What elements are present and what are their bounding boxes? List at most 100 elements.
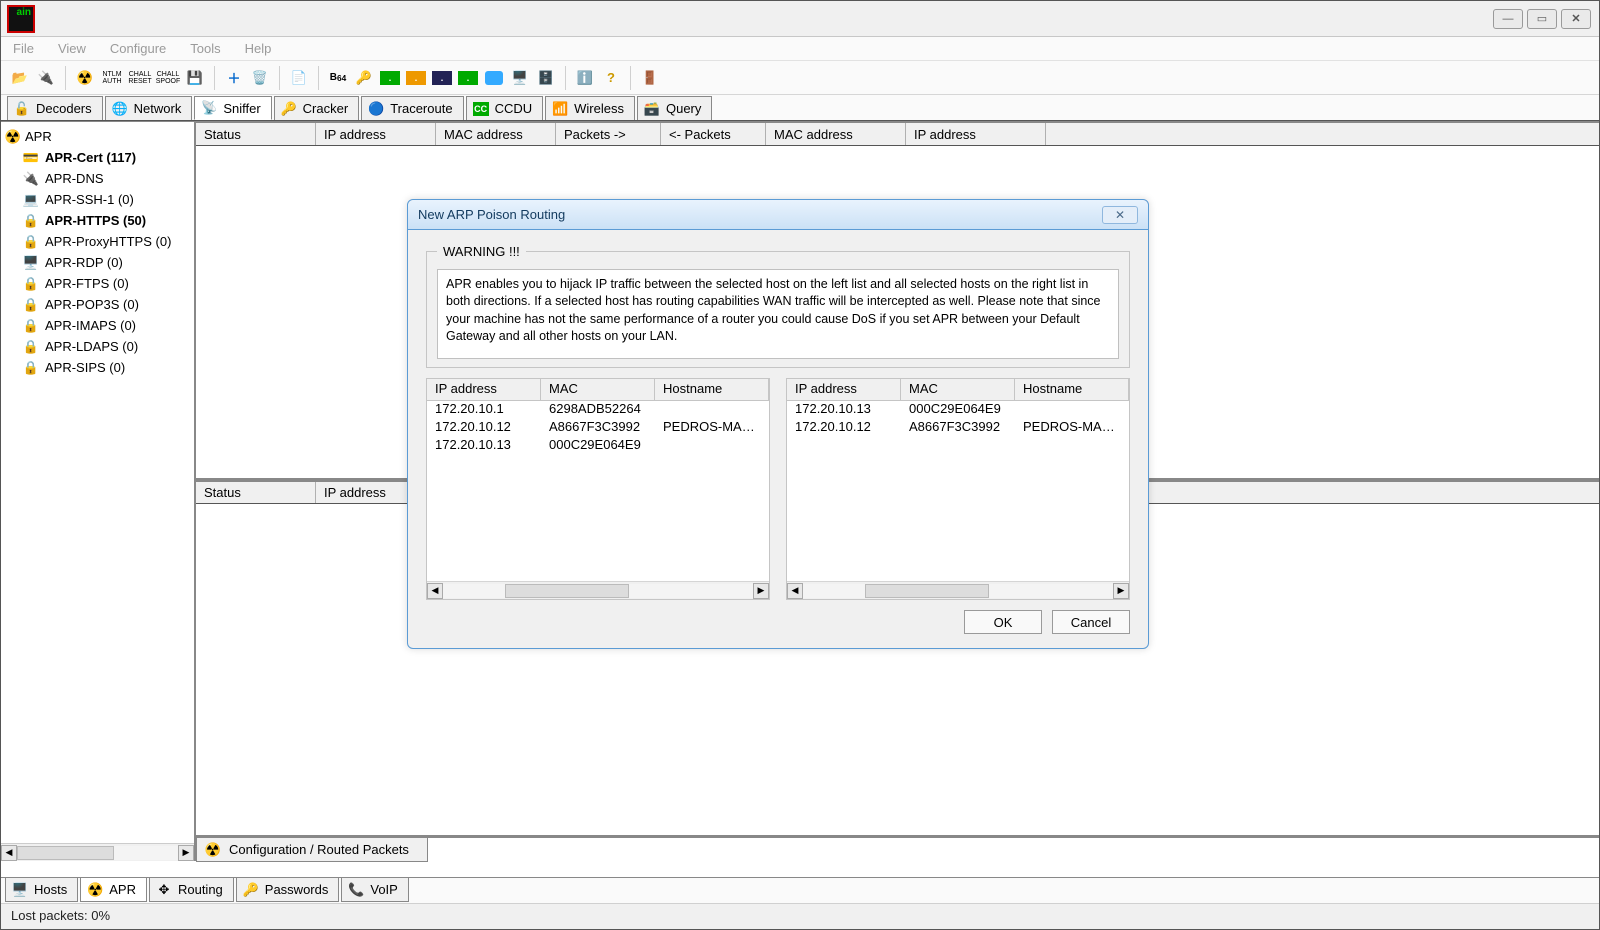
tab-ccdu[interactable]: CCCCDU — [466, 96, 544, 120]
left-col-mac[interactable]: MAC — [541, 379, 655, 400]
config-tab[interactable]: ☢️ Configuration / Routed Packets — [196, 838, 428, 862]
tree-item-1[interactable]: 🔌APR-DNS — [23, 168, 192, 189]
col-mac-address[interactable]: MAC address — [766, 123, 906, 145]
tab-decoders[interactable]: 🔓Decoders — [7, 96, 103, 120]
menu-file[interactable]: File — [9, 39, 38, 58]
dialog-close-button[interactable]: ✕ — [1102, 206, 1138, 224]
sidebar-scrollbar[interactable]: ◀ ▶ — [1, 843, 194, 861]
open-folder-icon[interactable]: 📂 — [9, 67, 31, 89]
bottom-tab-passwords[interactable]: 🔑Passwords — [236, 878, 340, 902]
tab-wireless[interactable]: 📶Wireless — [545, 96, 635, 120]
right-col-mac[interactable]: MAC — [901, 379, 1015, 400]
help-icon[interactable]: ? — [600, 67, 622, 89]
scroll-right-icon[interactable]: ▶ — [178, 845, 194, 861]
maximize-button[interactable]: ▭ — [1527, 9, 1557, 29]
close-button[interactable]: ✕ — [1561, 9, 1591, 29]
plus-icon[interactable]: ＋ — [223, 67, 245, 89]
ntlm-auth-icon[interactable]: NTLMAUTH — [100, 67, 124, 89]
menu-configure[interactable]: Configure — [106, 39, 170, 58]
scroll-right-icon[interactable]: ▶ — [1113, 583, 1129, 599]
left-row[interactable]: 172.20.10.13000C29E064E9 — [427, 437, 769, 455]
right-scrollbar[interactable]: ◀ ▶ — [787, 581, 1129, 599]
exit-icon[interactable]: 🚪 — [639, 67, 661, 89]
dialog-title-bar[interactable]: New ARP Poison Routing ✕ — [408, 200, 1148, 230]
comm-icon[interactable]: 🖥️ — [509, 67, 531, 89]
card-icon[interactable]: 💾 — [184, 67, 206, 89]
bottom-tab-voip[interactable]: 📞VoIP — [341, 878, 408, 902]
bottom-tab-apr[interactable]: ☢️APR — [80, 878, 147, 902]
trash-icon[interactable]: 🗑️ — [249, 67, 271, 89]
radiation-icon[interactable]: ☢️ — [74, 67, 96, 89]
scroll-left-icon[interactable]: ◀ — [427, 583, 443, 599]
tab-network[interactable]: 🌐Network — [105, 96, 193, 120]
scroll-thumb[interactable] — [865, 584, 989, 598]
col--packets[interactable]: <- Packets — [661, 123, 766, 145]
menu-view[interactable]: View — [54, 39, 90, 58]
find-icon[interactable]: 📄 — [288, 67, 310, 89]
tab-sniffer[interactable]: 📡Sniffer — [194, 96, 271, 120]
tree-item-4[interactable]: 🔒APR-ProxyHTTPS (0) — [23, 231, 192, 252]
tag-green-1[interactable]: . — [379, 67, 401, 89]
col-mac-address[interactable]: MAC address — [436, 123, 556, 145]
tag-green-2[interactable]: . — [405, 67, 427, 89]
minimize-button[interactable]: — — [1493, 9, 1523, 29]
tree-root[interactable]: ☢️ APR — [3, 126, 192, 147]
tree-item-5[interactable]: 🖥️APR-RDP (0) — [23, 252, 192, 273]
network-icon[interactable]: 🔌 — [35, 67, 57, 89]
tree-item-9[interactable]: 🔒APR-LDAPS (0) — [23, 336, 192, 357]
query-icon: 🗃️ — [644, 101, 660, 117]
left-row[interactable]: 172.20.10.12A8667F3C3992PEDROS-MACB... — [427, 419, 769, 437]
b64-icon[interactable]: B64 — [327, 67, 349, 89]
tab-query[interactable]: 🗃️Query — [637, 96, 712, 120]
left-row[interactable]: 172.20.10.16298ADB52264 — [427, 401, 769, 419]
tree-item-10[interactable]: 🔒APR-SIPS (0) — [23, 357, 192, 378]
col-packets-[interactable]: Packets -> — [556, 123, 661, 145]
scroll-left-icon[interactable]: ◀ — [1, 845, 17, 861]
info-icon[interactable]: ℹ️ — [574, 67, 596, 89]
tree-item-2[interactable]: 💻APR-SSH-1 (0) — [23, 189, 192, 210]
scroll-left-icon[interactable]: ◀ — [787, 583, 803, 599]
chall-reset-icon[interactable]: CHALLRESET — [128, 67, 152, 89]
apr-tree[interactable]: ☢️ APR 💳APR-Cert (117)🔌APR-DNS💻APR-SSH-1… — [1, 122, 194, 843]
tree-item-0[interactable]: 💳APR-Cert (117) — [23, 147, 192, 168]
scroll-track[interactable] — [803, 584, 1113, 598]
key-icon[interactable]: 🔑 — [353, 67, 375, 89]
tag-dark[interactable]: . — [431, 67, 453, 89]
col-ip-address[interactable]: IP address — [316, 123, 436, 145]
tree-item-7[interactable]: 🔒APR-POP3S (0) — [23, 294, 192, 315]
ok-button[interactable]: OK — [964, 610, 1042, 634]
col-ip-address[interactable]: IP address — [906, 123, 1046, 145]
col-status[interactable]: Status — [196, 123, 316, 145]
bottom-tab-routing[interactable]: ✥Routing — [149, 878, 234, 902]
traceroute-icon: 🔵 — [368, 101, 384, 117]
scroll-thumb[interactable] — [505, 584, 629, 598]
scroll-right-icon[interactable]: ▶ — [753, 583, 769, 599]
tag-blue[interactable] — [483, 67, 505, 89]
left-host-list[interactable]: IP addressMACHostname 172.20.10.16298ADB… — [426, 378, 770, 600]
tag-teal[interactable]: . — [457, 67, 479, 89]
col-status[interactable]: Status — [196, 482, 316, 503]
tree-item-6[interactable]: 🔒APR-FTPS (0) — [23, 273, 192, 294]
right-row[interactable]: 172.20.10.12A8667F3C3992PEDROS-MACB... — [787, 419, 1129, 437]
scroll-thumb[interactable] — [17, 846, 114, 860]
right-col-ip-address[interactable]: IP address — [787, 379, 901, 400]
menu-tools[interactable]: Tools — [186, 39, 224, 58]
menu-help[interactable]: Help — [241, 39, 276, 58]
cancel-button[interactable]: Cancel — [1052, 610, 1130, 634]
right-host-list[interactable]: IP addressMACHostname 172.20.10.13000C29… — [786, 378, 1130, 600]
right-col-hostname[interactable]: Hostname — [1015, 379, 1129, 400]
tree-item-3[interactable]: 🔒APR-HTTPS (50) — [23, 210, 192, 231]
left-col-hostname[interactable]: Hostname — [655, 379, 769, 400]
scroll-track[interactable] — [17, 846, 178, 860]
tree-item-label: APR-FTPS (0) — [45, 273, 129, 294]
left-col-ip-address[interactable]: IP address — [427, 379, 541, 400]
tab-traceroute[interactable]: 🔵Traceroute — [361, 96, 463, 120]
scroll-track[interactable] — [443, 584, 753, 598]
tree-item-8[interactable]: 🔒APR-IMAPS (0) — [23, 315, 192, 336]
chall-spoof-icon[interactable]: CHALLSPOOF — [156, 67, 180, 89]
left-scrollbar[interactable]: ◀ ▶ — [427, 581, 769, 599]
right-row[interactable]: 172.20.10.13000C29E064E9 — [787, 401, 1129, 419]
tab-cracker[interactable]: 🔑Cracker — [274, 96, 360, 120]
bottom-tab-hosts[interactable]: 🖥️Hosts — [5, 878, 78, 902]
db-icon[interactable]: 🗄️ — [535, 67, 557, 89]
